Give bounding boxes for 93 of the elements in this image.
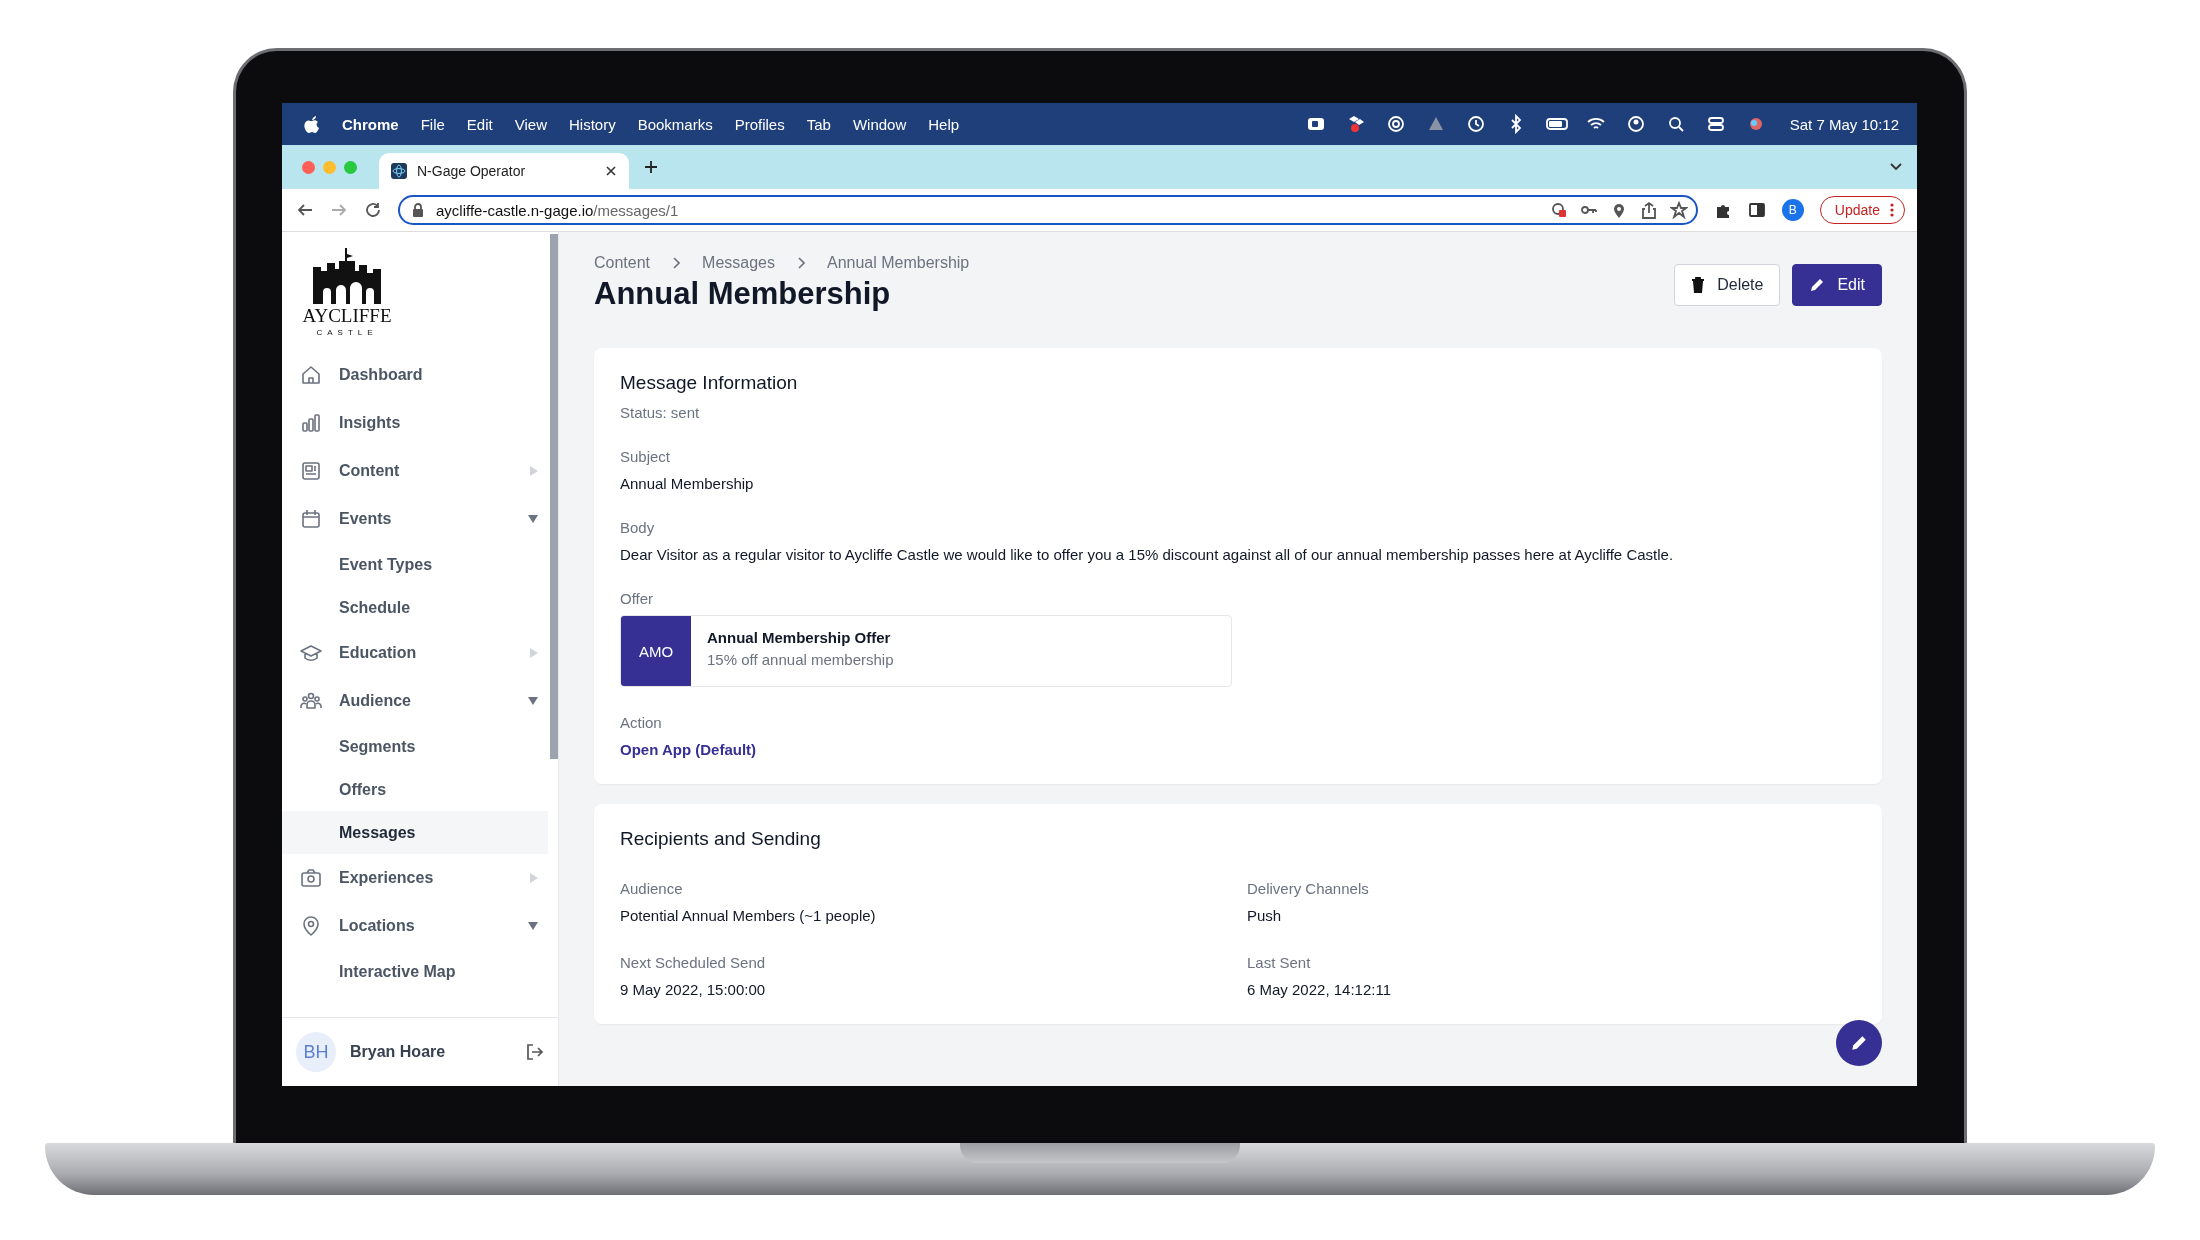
menu-item[interactable]: Profiles <box>734 115 785 133</box>
sidebar-subitem[interactable]: Event Types <box>282 543 548 586</box>
section-title: Message Information <box>620 372 799 394</box>
user-name: Bryan Hoare <box>350 1043 447 1061</box>
sidebar-item[interactable]: Locations <box>282 902 548 950</box>
sidebar-item[interactable]: Experiences <box>282 854 548 902</box>
menu-item[interactable]: Tab <box>806 115 831 133</box>
breadcrumb-link[interactable]: Annual Membership <box>826 254 970 272</box>
logo-title: AYCLIFFE <box>302 306 392 325</box>
field-value: Annual Membership <box>620 475 755 492</box>
update-button[interactable]: Update <box>1819 196 1905 224</box>
graduation-cap-icon <box>300 642 322 664</box>
field-value: 6 May 2022, 14:12:11 <box>1247 981 1392 998</box>
camera-icon <box>300 867 322 889</box>
calendar-icon <box>300 508 322 530</box>
home-icon <box>300 364 322 386</box>
scrollbar-thumb[interactable] <box>550 234 558 759</box>
field-label: Audience <box>620 880 684 897</box>
field-label: Next Scheduled Send <box>620 954 767 971</box>
menu-item[interactable]: Window <box>852 115 907 133</box>
chevron-right-icon <box>672 257 681 269</box>
menu-item[interactable]: File <box>420 115 445 133</box>
sidebar-subitem[interactable]: Interactive Map <box>282 950 548 993</box>
plus-icon[interactable] <box>643 159 659 175</box>
floating-edit-button[interactable] <box>1836 1020 1882 1066</box>
field-value: Potential Annual Members (~1 people) <box>620 907 877 924</box>
breadcrumb-link[interactable]: Messages <box>702 254 775 272</box>
field-label: Action <box>620 714 663 731</box>
pencil-icon <box>1809 277 1826 293</box>
chevron-down-icon[interactable] <box>1889 162 1903 172</box>
caret-down-icon[interactable] <box>528 696 538 706</box>
caret-down-icon[interactable] <box>528 921 538 931</box>
logout-icon[interactable] <box>524 1042 544 1062</box>
sidebar-subitem[interactable]: Messages <box>282 811 548 854</box>
field-label: Subject <box>620 448 672 465</box>
menu-item[interactable]: View <box>514 115 547 133</box>
menu-item[interactable]: Help <box>928 115 960 133</box>
share-icon[interactable] <box>1639 201 1658 219</box>
profile-avatar[interactable]: B <box>1781 199 1804 221</box>
menu-bar-clock[interactable]: Sat 7 May 10:12 <box>1789 115 1899 133</box>
field-value: Push <box>1247 907 1283 924</box>
people-icon <box>300 690 322 712</box>
offer-description: 15% off annual membership <box>707 651 894 668</box>
field-value: Dear Visitor as a regular visitor to Aycliffe Castle we would like to offer you a 15% discount against all of our annual membership passes here at Aycliffe Castle. <box>620 546 1675 563</box>
page-title: Annual Membership <box>594 276 892 312</box>
sidebar-item[interactable]: Content <box>282 447 548 495</box>
atom-icon <box>391 163 407 179</box>
sidebar-icon[interactable] <box>1747 201 1766 219</box>
sidebar-item[interactable]: Events <box>282 495 548 543</box>
offer-title: Annual Membership Offer <box>707 629 892 646</box>
logo-subtitle: CASTLE <box>316 328 378 337</box>
trash-icon <box>1691 277 1706 293</box>
field-label: Offer <box>620 590 655 607</box>
bar-chart-icon <box>300 412 322 434</box>
sidebar-subitem[interactable]: Segments <box>282 725 548 768</box>
edit-button[interactable]: Edit <box>1792 264 1882 306</box>
reload-icon[interactable] <box>364 201 382 219</box>
browser-tab[interactable]: N-Gage Operator <box>379 153 629 189</box>
location-pin-icon <box>300 915 322 937</box>
menu-item[interactable]: History <box>568 115 616 133</box>
lock-icon <box>412 203 424 217</box>
url-text: aycliffe-castle.n-gage.io/messages/1 <box>436 201 679 219</box>
sidebar-item[interactable]: Education <box>282 629 548 677</box>
field-label: Body <box>620 519 656 536</box>
star-icon[interactable] <box>1669 201 1688 219</box>
user-avatar: BH <box>296 1032 336 1072</box>
menu-item[interactable]: Edit <box>466 115 493 133</box>
offer-card[interactable]: AMO Annual Membership Offer 15% off annual membership <box>620 615 1232 687</box>
caret-down-icon[interactable] <box>528 514 538 524</box>
menu-bar-app-name[interactable]: Chrome <box>342 115 399 133</box>
sidebar-item[interactable]: Audience <box>282 677 548 725</box>
apple-icon[interactable] <box>304 114 320 134</box>
field-label: Last Sent <box>1247 954 1312 971</box>
close-icon[interactable] <box>605 165 617 177</box>
section-title: Recipients and Sending <box>620 828 822 850</box>
tab-title: N-Gage Operator <box>417 163 527 179</box>
sidebar-subitem[interactable]: Offers <box>282 768 548 811</box>
sidebar-item[interactable]: Insights <box>282 399 548 447</box>
field-value: 9 May 2022, 15:00:00 <box>620 981 767 998</box>
field-label: Delivery Channels <box>1247 880 1370 897</box>
sidebar-item[interactable]: Dashboard <box>282 351 548 399</box>
sidebar-subitem[interactable]: Schedule <box>282 586 548 629</box>
delete-button[interactable]: Delete <box>1674 264 1781 306</box>
action-link[interactable]: Open App (Default) <box>620 741 1856 758</box>
chevron-right-icon <box>796 257 805 269</box>
status-text: Status: sent <box>620 404 701 421</box>
pencil-icon <box>1850 1034 1868 1052</box>
newspaper-icon <box>300 460 322 482</box>
menu-item[interactable]: Bookmarks <box>637 115 713 133</box>
address-field[interactable]: aycliffe-castle.n-gage.io/messages/1 <box>398 195 1698 225</box>
breadcrumb-link[interactable]: Content <box>594 254 651 272</box>
more-icon <box>1890 203 1894 217</box>
offer-badge: AMO <box>621 616 691 686</box>
